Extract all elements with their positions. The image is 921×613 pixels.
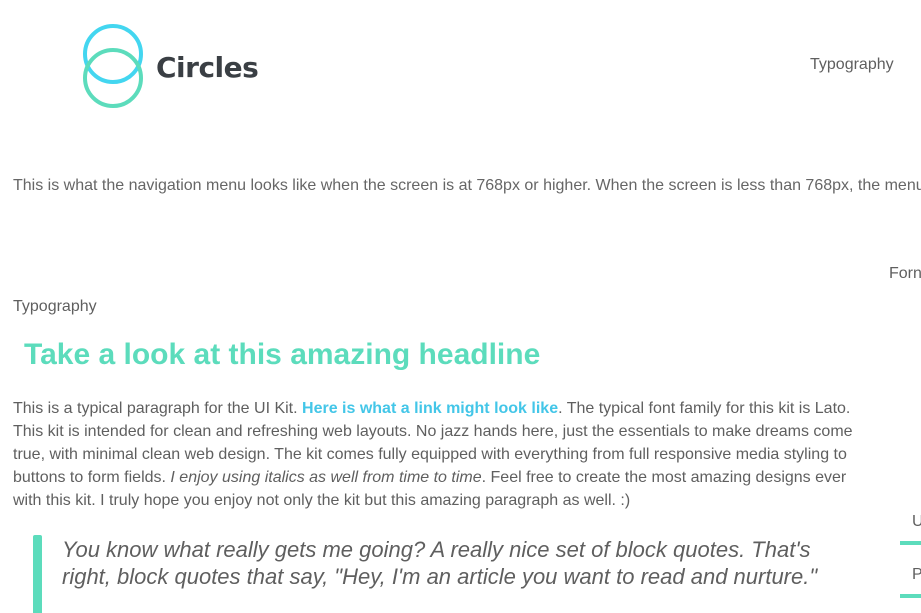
blockquote-accent-bar bbox=[33, 535, 42, 613]
side-panel-label-p: P bbox=[912, 566, 921, 583]
side-panel-accent-bar bbox=[900, 594, 921, 598]
nav-link-typography[interactable]: Typography bbox=[810, 56, 894, 74]
two-circles-logo-icon bbox=[83, 24, 143, 108]
example-link[interactable]: Here is what a link might look like bbox=[302, 400, 558, 417]
italic-text: I enjoy using italics as well from time … bbox=[170, 469, 482, 486]
nav-description: This is what the navigation menu looks l… bbox=[13, 177, 921, 194]
paragraph-text: This is a typical paragraph for the UI K… bbox=[13, 400, 303, 417]
page: Circles Typography This is what the navi… bbox=[0, 0, 921, 613]
blockquote: You know what really gets me going? A re… bbox=[62, 537, 818, 589]
section-label: Typography bbox=[13, 298, 97, 315]
headline: Take a look at this amazing headline bbox=[24, 338, 541, 371]
side-panel-accent-bar bbox=[900, 541, 921, 545]
body-paragraph: This is a typical paragraph for the UI K… bbox=[13, 397, 863, 512]
side-panel-label-u: U bbox=[912, 513, 921, 530]
brand-logo[interactable]: Circles bbox=[83, 24, 259, 108]
brand-name: Circles bbox=[156, 50, 259, 84]
nav-link-forms[interactable]: Forn bbox=[889, 265, 921, 283]
